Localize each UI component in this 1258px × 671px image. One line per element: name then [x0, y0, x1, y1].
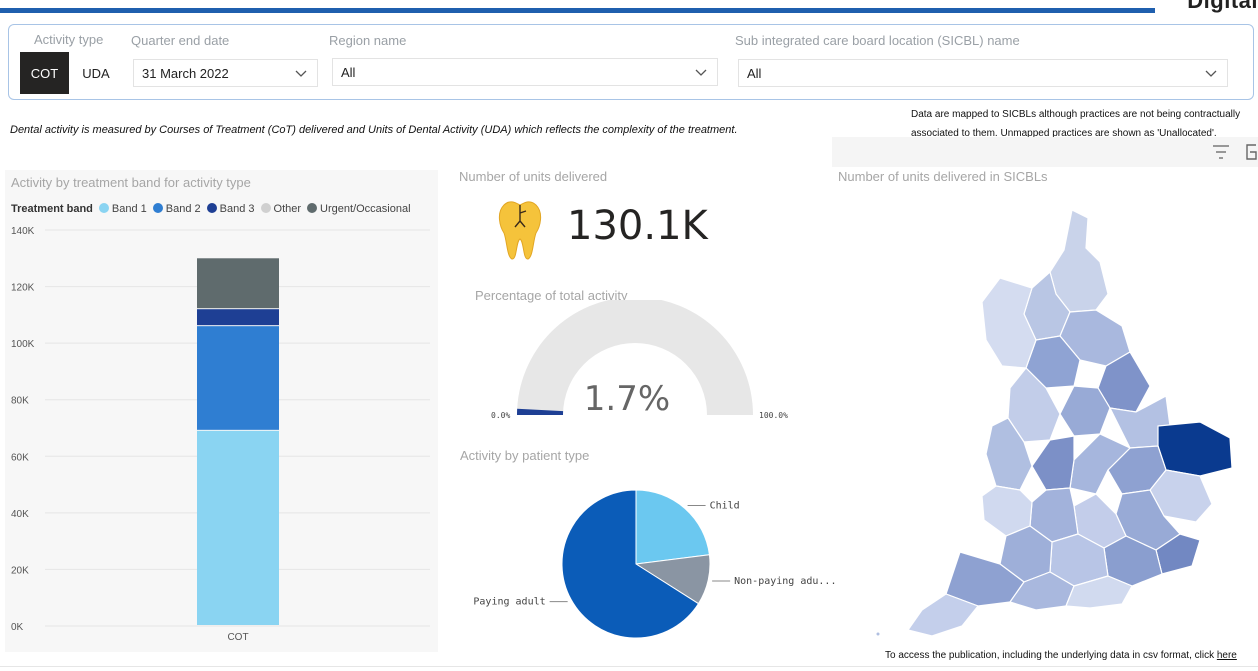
focus-mode-icon[interactable]: [1244, 142, 1258, 162]
gauge-value: 1.7%: [584, 379, 670, 419]
visual-header-bar: [832, 137, 1258, 167]
region-value: All: [341, 64, 356, 80]
y-tick-label: 100K: [11, 339, 35, 350]
brand-logo-text: Digital: [1187, 0, 1258, 13]
y-tick-label: 0K: [11, 622, 24, 633]
legend-title: Treatment band: [11, 203, 93, 215]
legend-item-band3[interactable]: Band 3: [206, 203, 255, 215]
y-tick-label: 140K: [11, 226, 35, 237]
region-dropdown[interactable]: All: [332, 58, 718, 86]
tooth-icon: [498, 201, 542, 260]
bar-segment-band-2[interactable]: [197, 326, 279, 430]
legend-item-urgent[interactable]: Urgent/Occasional: [307, 203, 411, 215]
quarter-value: 31 March 2022: [142, 65, 229, 81]
gauge-min-label: 0.0%: [491, 411, 510, 420]
bar-segment-band-3[interactable]: [197, 309, 279, 326]
units-title: Number of units delivered: [459, 169, 608, 184]
sicbl-value: All: [747, 65, 762, 81]
bottom-divider: [0, 666, 1258, 667]
publication-footer: To access the publication, including the…: [885, 650, 1237, 661]
y-tick-label: 80K: [11, 396, 29, 407]
bar-segment-band-1[interactable]: [197, 430, 279, 625]
y-tick-label: 60K: [11, 452, 29, 463]
sicbl-label: Sub integrated care board location (SICB…: [735, 33, 1020, 48]
legend-swatch: [152, 203, 163, 213]
filter-icon[interactable]: [1212, 144, 1230, 160]
band-chart-title: Activity by treatment band for activity …: [11, 175, 251, 190]
patient-type-pie-chart: Child Non-paying adu... Paying adult: [473, 489, 835, 639]
mapping-note-line2: associated to them. Unmapped practices a…: [911, 128, 1217, 137]
bar-segment-urgent-occasional[interactable]: [197, 258, 279, 309]
activity-toggle-cot[interactable]: COT: [20, 52, 69, 94]
chevron-down-icon: [295, 70, 307, 77]
activity-type-label: Activity type: [34, 32, 104, 47]
legend-label: Band 1: [111, 203, 147, 215]
y-tick-label: 120K: [11, 283, 35, 294]
footer-text: To access the publication, including the…: [885, 650, 1215, 661]
mapping-note-line1: Data are mapped to SICBLs although pract…: [911, 109, 1241, 120]
legend-swatch: [260, 203, 271, 213]
map-title: Number of units delivered in SICBLs: [838, 169, 1048, 184]
legend-item-band2[interactable]: Band 2: [152, 203, 201, 215]
legend-label: Band 3: [219, 203, 255, 215]
activity-toggle-uda[interactable]: UDA: [72, 52, 120, 94]
patient-type-title: Activity by patient type: [460, 448, 590, 463]
quarter-label: Quarter end date: [131, 33, 230, 48]
legend-swatch: [206, 203, 217, 213]
legend-item-other[interactable]: Other: [260, 203, 302, 215]
units-delivered-value: 130.1K: [567, 203, 708, 249]
chevron-down-icon: [695, 69, 707, 76]
header-accent-bar: [0, 8, 1155, 13]
sicbl-choropleth-map[interactable]: [860, 190, 1250, 645]
gauge-max-label: 100.0%: [759, 411, 788, 420]
legend-label: Urgent/Occasional: [320, 203, 411, 215]
description-note: Dental activity is measured by Courses o…: [10, 124, 738, 136]
y-tick-label: 20K: [11, 565, 29, 576]
legend-swatch: [98, 203, 109, 213]
chevron-down-icon: [1205, 70, 1217, 77]
x-tick-label: COT: [227, 632, 248, 643]
quarter-dropdown[interactable]: 31 March 2022: [133, 59, 318, 87]
legend-swatch: [307, 203, 318, 213]
y-tick-label: 40K: [11, 509, 29, 520]
pie-data-label: Child: [710, 500, 740, 511]
legend-item-band1[interactable]: Band 1: [98, 203, 147, 215]
pie-slice-child[interactable]: [635, 489, 710, 565]
region-label: Region name: [329, 33, 407, 48]
legend-label: Band 2: [165, 203, 201, 215]
band-stacked-bar-chart: 0K 20K 40K 60K 80K 100K 120K 140K COT: [11, 226, 430, 643]
pie-data-label: Non-paying adu...: [734, 576, 835, 587]
band-chart-legend: Treatment band Band 1 Band 2 Band 3 Othe…: [11, 203, 411, 215]
sicbl-dropdown[interactable]: All: [738, 59, 1228, 87]
publication-link[interactable]: here: [1217, 650, 1237, 661]
legend-label: Other: [273, 203, 302, 215]
pie-data-label: Paying adult: [473, 597, 545, 608]
percentage-gauge: 1.7% 0.0% 100.0%: [491, 300, 788, 420]
